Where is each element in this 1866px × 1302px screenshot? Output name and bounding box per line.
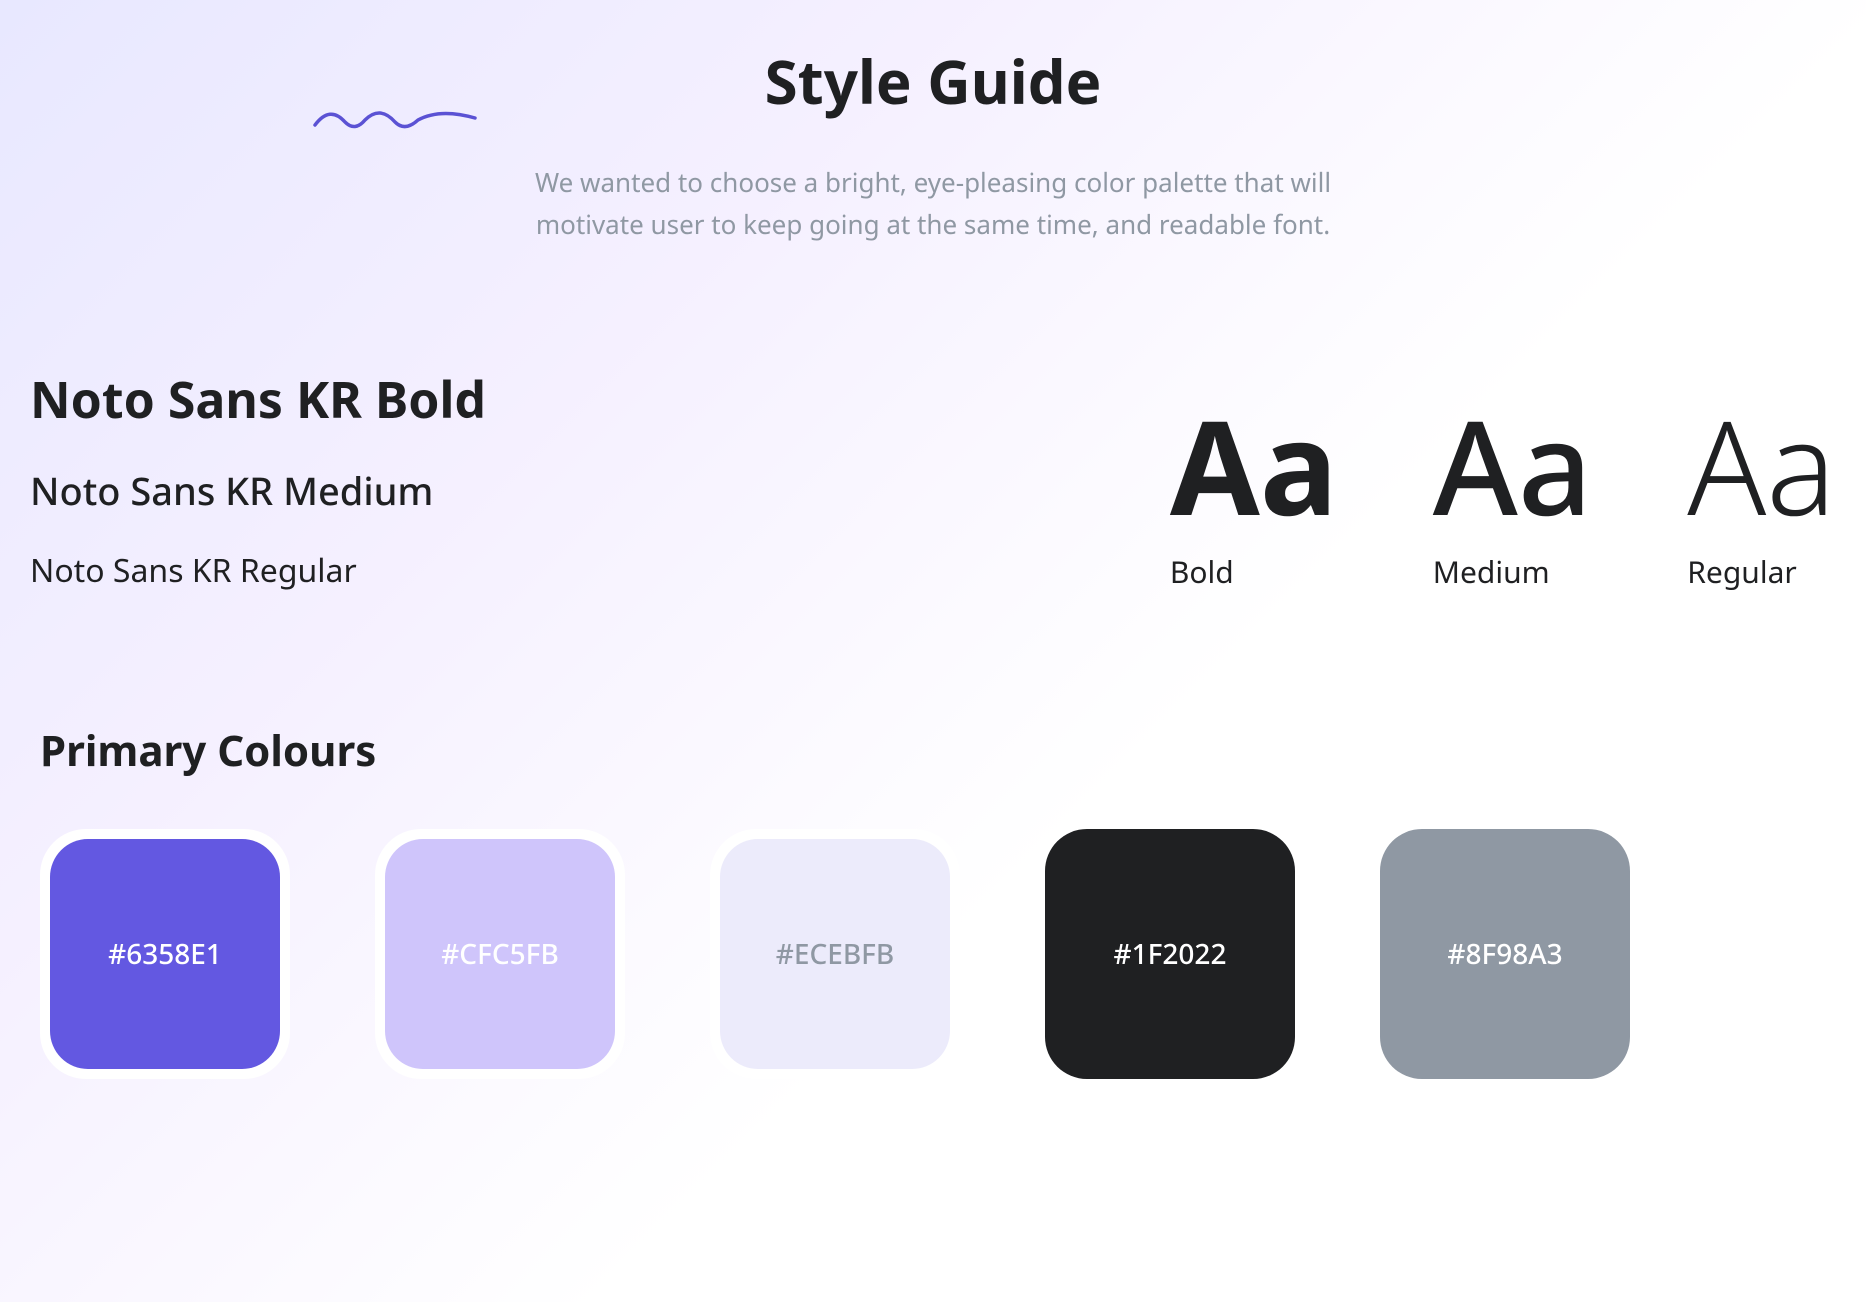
typography-section: Noto Sans KR Bold Noto Sans KR Medium No…: [20, 365, 1846, 592]
font-names-list: Noto Sans KR Bold Noto Sans KR Medium No…: [30, 365, 486, 592]
colors-title: Primary Colours: [40, 722, 1826, 779]
font-name-regular: Noto Sans KR Regular: [30, 549, 486, 592]
font-samples: Aa Bold Aa Medium Aa Regular: [1170, 365, 1836, 592]
swatches-container: #6358E1 #CFC5FB #ECEBFB #1F2022 #8F98A3: [40, 829, 1826, 1079]
scribble-decoration: [310, 100, 480, 145]
font-name-bold: Noto Sans KR Bold: [30, 365, 486, 433]
sample-regular: Aa Regular: [1687, 401, 1836, 592]
swatch-wrapper: #ECEBFB: [710, 829, 960, 1079]
sample-label-bold: Bold: [1170, 551, 1234, 592]
color-swatch: #ECEBFB: [720, 839, 950, 1069]
sample-bold: Aa Bold: [1170, 401, 1338, 592]
color-swatch: #CFC5FB: [385, 839, 615, 1069]
colors-section: Primary Colours #6358E1 #CFC5FB #ECEBFB #1F…: [20, 722, 1846, 1079]
sample-medium: Aa Medium: [1433, 401, 1593, 592]
swatch-wrapper: #CFC5FB: [375, 829, 625, 1079]
sample-label-medium: Medium: [1433, 551, 1550, 592]
color-swatch: #1F2022: [1045, 829, 1295, 1079]
sample-glyph-medium: Aa: [1433, 401, 1593, 531]
page-title: Style Guide: [20, 40, 1846, 122]
sample-glyph-bold: Aa: [1170, 401, 1338, 531]
page-description: We wanted to choose a bright, eye-pleasi…: [508, 162, 1358, 245]
sample-label-regular: Regular: [1687, 551, 1797, 592]
swatch-wrapper: #6358E1: [40, 829, 290, 1079]
color-swatch: #8F98A3: [1380, 829, 1630, 1079]
color-swatch: #6358E1: [50, 839, 280, 1069]
font-name-medium: Noto Sans KR Medium: [30, 465, 486, 517]
sample-glyph-regular: Aa: [1687, 401, 1836, 531]
